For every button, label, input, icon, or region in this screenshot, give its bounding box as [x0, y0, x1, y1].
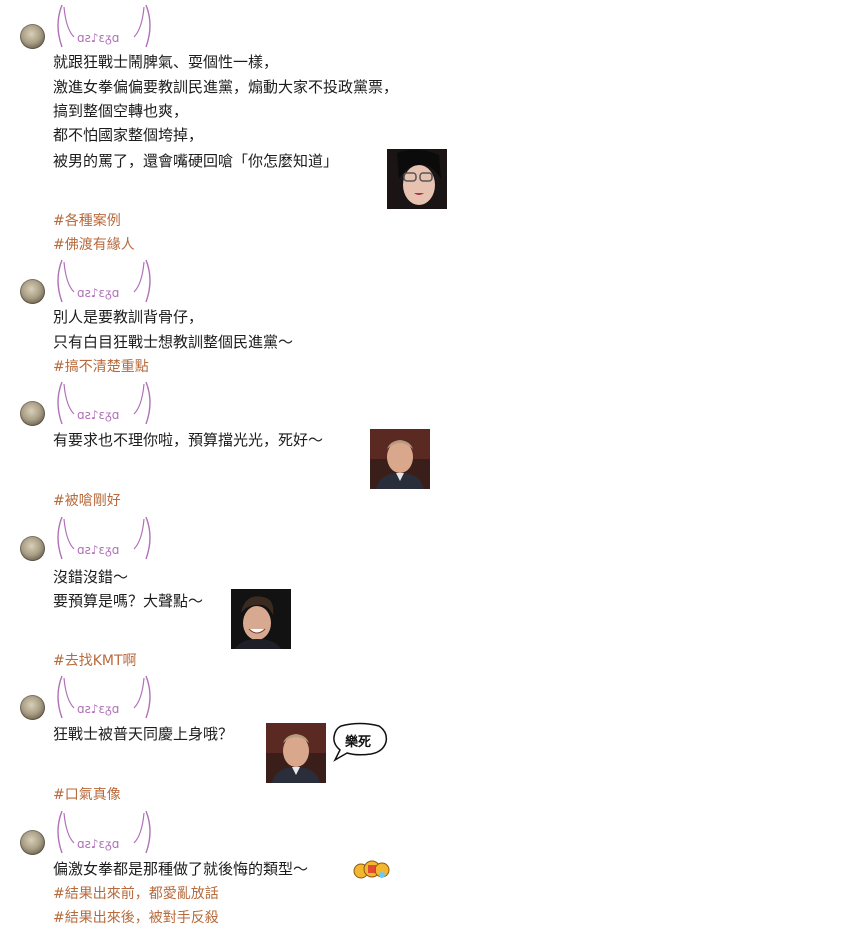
post-text-line: 沒錯沒錯～ — [53, 568, 129, 586]
hashtag-link[interactable]: #被嗆剛好 — [53, 489, 121, 513]
username-kaomoji[interactable] — [52, 515, 156, 561]
post-text-line: 就跟狂戰士鬧脾氣、耍個性一樣， — [53, 53, 279, 71]
post-text-line: 都不怕國家整個垮掉， — [53, 126, 204, 144]
hashtag-link[interactable]: #搞不清楚重點 — [53, 355, 149, 379]
post-text-line: 要預算是嗎？大聲點～ — [53, 592, 204, 610]
post-text-line: 激進女拳偏偏要教訓民進黨，煽動大家不投政黨票， — [53, 78, 399, 96]
hashtag-link[interactable]: #去找KMT啊 — [53, 649, 137, 673]
username-kaomoji[interactable] — [52, 3, 156, 49]
sticker-putin — [266, 723, 326, 783]
bubble-text: 樂死 — [345, 734, 371, 750]
post-text-line: 有要求也不理你啦，預算擋光光，死好～ — [53, 431, 324, 449]
hashtag-link[interactable]: #各種案例 — [53, 209, 121, 233]
avatar[interactable] — [20, 536, 45, 561]
avatar[interactable] — [20, 401, 45, 426]
avatar[interactable] — [20, 695, 45, 720]
post-text-line: 只有白目狂戰士想教訓整個民進黨～ — [53, 333, 294, 351]
sticker-woman-glasses — [387, 149, 447, 209]
username-kaomoji[interactable] — [52, 258, 156, 304]
post-text-line: 偏激女拳都是那種做了就後悔的類型～ — [53, 860, 309, 878]
hashtag-link[interactable]: #佛渡有緣人 — [53, 233, 135, 257]
avatar[interactable] — [20, 830, 45, 855]
post-text-line: 狂戰士被普天同慶上身哦？ — [53, 725, 234, 743]
post-text-line: 別人是要教訓背骨仔， — [53, 308, 204, 326]
sticker-laughing-man — [231, 589, 291, 649]
username-kaomoji[interactable] — [52, 809, 156, 855]
hashtag-link[interactable]: #口氣真像 — [53, 783, 121, 807]
username-kaomoji[interactable] — [52, 380, 156, 426]
avatar[interactable] — [20, 279, 45, 304]
avatar[interactable] — [20, 24, 45, 49]
hashtag-link[interactable]: #結果出來前，都愛亂放話 — [53, 882, 219, 906]
hashtag-link[interactable]: #結果出來後，被對手反殺 — [53, 906, 219, 930]
post-text-line: 被男的罵了，還會嘴硬回嗆「你怎麼知道」 — [53, 152, 339, 170]
speech-bubble: 樂死 — [331, 722, 389, 762]
sticker-putin — [370, 429, 430, 489]
username-kaomoji[interactable] — [52, 674, 156, 720]
sticker-emoji — [352, 857, 390, 881]
post-text-line: 搞到整個空轉也爽， — [53, 102, 189, 120]
